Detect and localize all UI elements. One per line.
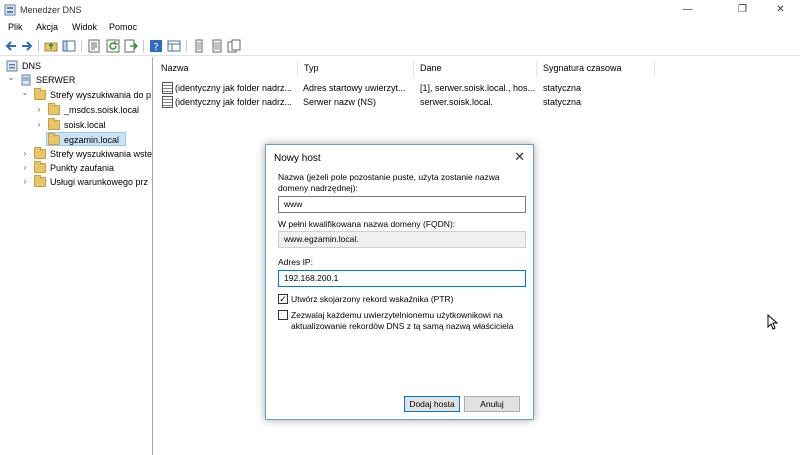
column-header-timestamp[interactable]: Sygnatura czasowa [537, 61, 655, 77]
tree-item-label: Punkty zaufania [50, 163, 115, 173]
fqdn-label: W pełni kwalifikowana nazwa domeny (FQDN… [278, 219, 456, 229]
cell-data: [1], serwer.soisk.local., hos... [420, 83, 536, 93]
chevron-down-icon[interactable]: ⌄ [20, 86, 30, 100]
cancel-button[interactable]: Anuluj [464, 396, 520, 412]
help-icon[interactable]: ? [149, 39, 163, 53]
menu-pomoc[interactable]: Pomoc [109, 22, 137, 32]
auth-update-checkbox[interactable] [278, 310, 288, 320]
close-button[interactable]: ✕ [758, 0, 800, 20]
ptr-checkbox-label: Utwórz skojarzony rekord wskaźnika (PTR) [291, 294, 454, 304]
cell-type: Adres startowy uwierzyt... [303, 83, 406, 93]
cell-timestamp: statyczna [543, 97, 582, 107]
record-list-icon[interactable] [210, 39, 224, 53]
chevron-right-icon[interactable]: › [20, 147, 30, 161]
auth-update-label: Zezwalaj każdemu uwierzytelnionemu użytk… [291, 310, 514, 331]
dialog-title: Nowy host [274, 153, 321, 164]
folder-icon [34, 175, 46, 187]
name-input[interactable]: www [278, 196, 526, 213]
forward-icon[interactable] [20, 39, 34, 53]
tree-item-soisk[interactable]: › soisk.local [4, 118, 152, 132]
name-label: Nazwa (jeżeli pole pozostanie puste, uży… [278, 172, 500, 193]
menu-bar: Plik Akcja Widok Pomoc [0, 20, 800, 36]
folder-icon [48, 133, 60, 145]
close-icon[interactable]: ✕ [514, 149, 525, 165]
tree-item-label: soisk.local [64, 120, 106, 130]
chevron-right-icon[interactable]: › [34, 118, 44, 132]
folder-icon [48, 118, 60, 130]
chevron-down-icon[interactable]: ⌄ [6, 71, 16, 85]
tree-item-forward-zones[interactable]: ⌄ Strefy wyszukiwania do p [4, 86, 152, 102]
chevron-right-icon[interactable]: › [20, 161, 30, 175]
tree-item-label: Strefy wyszukiwania wste [50, 149, 153, 159]
folder-icon [34, 147, 46, 159]
tree-item-label: SERWER [36, 75, 76, 85]
minimize-button[interactable]: — [665, 0, 710, 20]
ip-label: Adres IP: [278, 257, 313, 267]
cell-data: serwer.soisk.local. [420, 97, 494, 107]
tree-item-label: egzamin.local [64, 135, 120, 145]
tree-item-dns[interactable]: DNS [4, 59, 144, 73]
folder-icon [34, 88, 46, 100]
tree-item-serwer[interactable]: ⌄ SERWER [4, 73, 144, 87]
menu-widok[interactable]: Widok [72, 22, 97, 32]
tree-item-msdcs[interactable]: › _msdcs.soisk.local [4, 103, 152, 117]
folder-up-icon[interactable] [44, 39, 58, 53]
tree-item-conditional-forwarders[interactable]: › Usługi warunkowego prz [4, 175, 152, 189]
tree-item-trust-points[interactable]: › Punkty zaufania [4, 161, 152, 175]
back-icon[interactable] [4, 39, 18, 53]
dns-app-icon [4, 4, 16, 16]
toolbar: ? [0, 36, 800, 56]
record-icon[interactable] [192, 39, 206, 53]
view-icon[interactable] [167, 39, 181, 53]
folder-icon [48, 103, 60, 115]
folder-icon [34, 161, 46, 173]
chevron-right-icon[interactable]: › [20, 175, 30, 189]
tree-item-label: Usługi warunkowego prz [50, 177, 149, 187]
svg-text:?: ? [153, 42, 158, 53]
tree-item-label: _msdcs.soisk.local [64, 105, 140, 115]
text-cursor-icon [767, 314, 779, 330]
column-header-data[interactable]: Dane [414, 61, 537, 77]
new-host-dialog: Nowy host ✕ Nazwa (jeżeli pole pozostani… [265, 144, 534, 420]
menu-akcja[interactable]: Akcja [36, 22, 58, 32]
table-row[interactable]: (identyczny jak folder nadrz... Adres st… [155, 81, 795, 95]
server-icon [21, 74, 31, 86]
title-bar: Menedżer DNS — ❐ ✕ [0, 0, 800, 20]
table-row[interactable]: (identyczny jak folder nadrz... Serwer n… [155, 95, 795, 109]
fqdn-field: www.egzamin.local. [278, 231, 526, 248]
show-tree-icon[interactable] [62, 39, 76, 53]
cell-name: (identyczny jak folder nadrz... [175, 83, 293, 93]
tree-item-label: DNS [22, 61, 42, 71]
properties-icon[interactable] [87, 39, 101, 53]
cell-timestamp: statyczna [543, 83, 582, 93]
column-header-name[interactable]: Nazwa [155, 61, 298, 77]
copy-icon[interactable] [227, 39, 241, 53]
ip-address-input[interactable]: 192.168.200.1 [278, 270, 526, 287]
add-host-button[interactable]: Dodaj hosta [404, 396, 460, 412]
window-title: Menedżer DNS [20, 5, 82, 15]
tree-item-egzamin[interactable]: egzamin.local [46, 132, 126, 146]
refresh-icon[interactable] [106, 39, 120, 53]
tree-item-reverse-zones[interactable]: › Strefy wyszukiwania wste [4, 147, 153, 161]
column-header-type[interactable]: Typ [298, 61, 414, 77]
record-icon [162, 82, 173, 94]
cell-type: Serwer nazw (NS) [303, 97, 377, 107]
export-icon[interactable] [124, 39, 138, 53]
record-icon [162, 96, 173, 108]
tree-item-label: Strefy wyszukiwania do p [50, 90, 152, 100]
tree-pane: DNS ⌄ SERWER ⌄ Strefy wyszukiwania do p … [0, 57, 153, 455]
menu-plik[interactable]: Plik [8, 22, 23, 32]
chevron-right-icon[interactable]: › [34, 103, 44, 117]
cell-name: (identyczny jak folder nadrz... [175, 97, 293, 107]
ptr-checkbox[interactable]: ✓ [278, 294, 288, 304]
